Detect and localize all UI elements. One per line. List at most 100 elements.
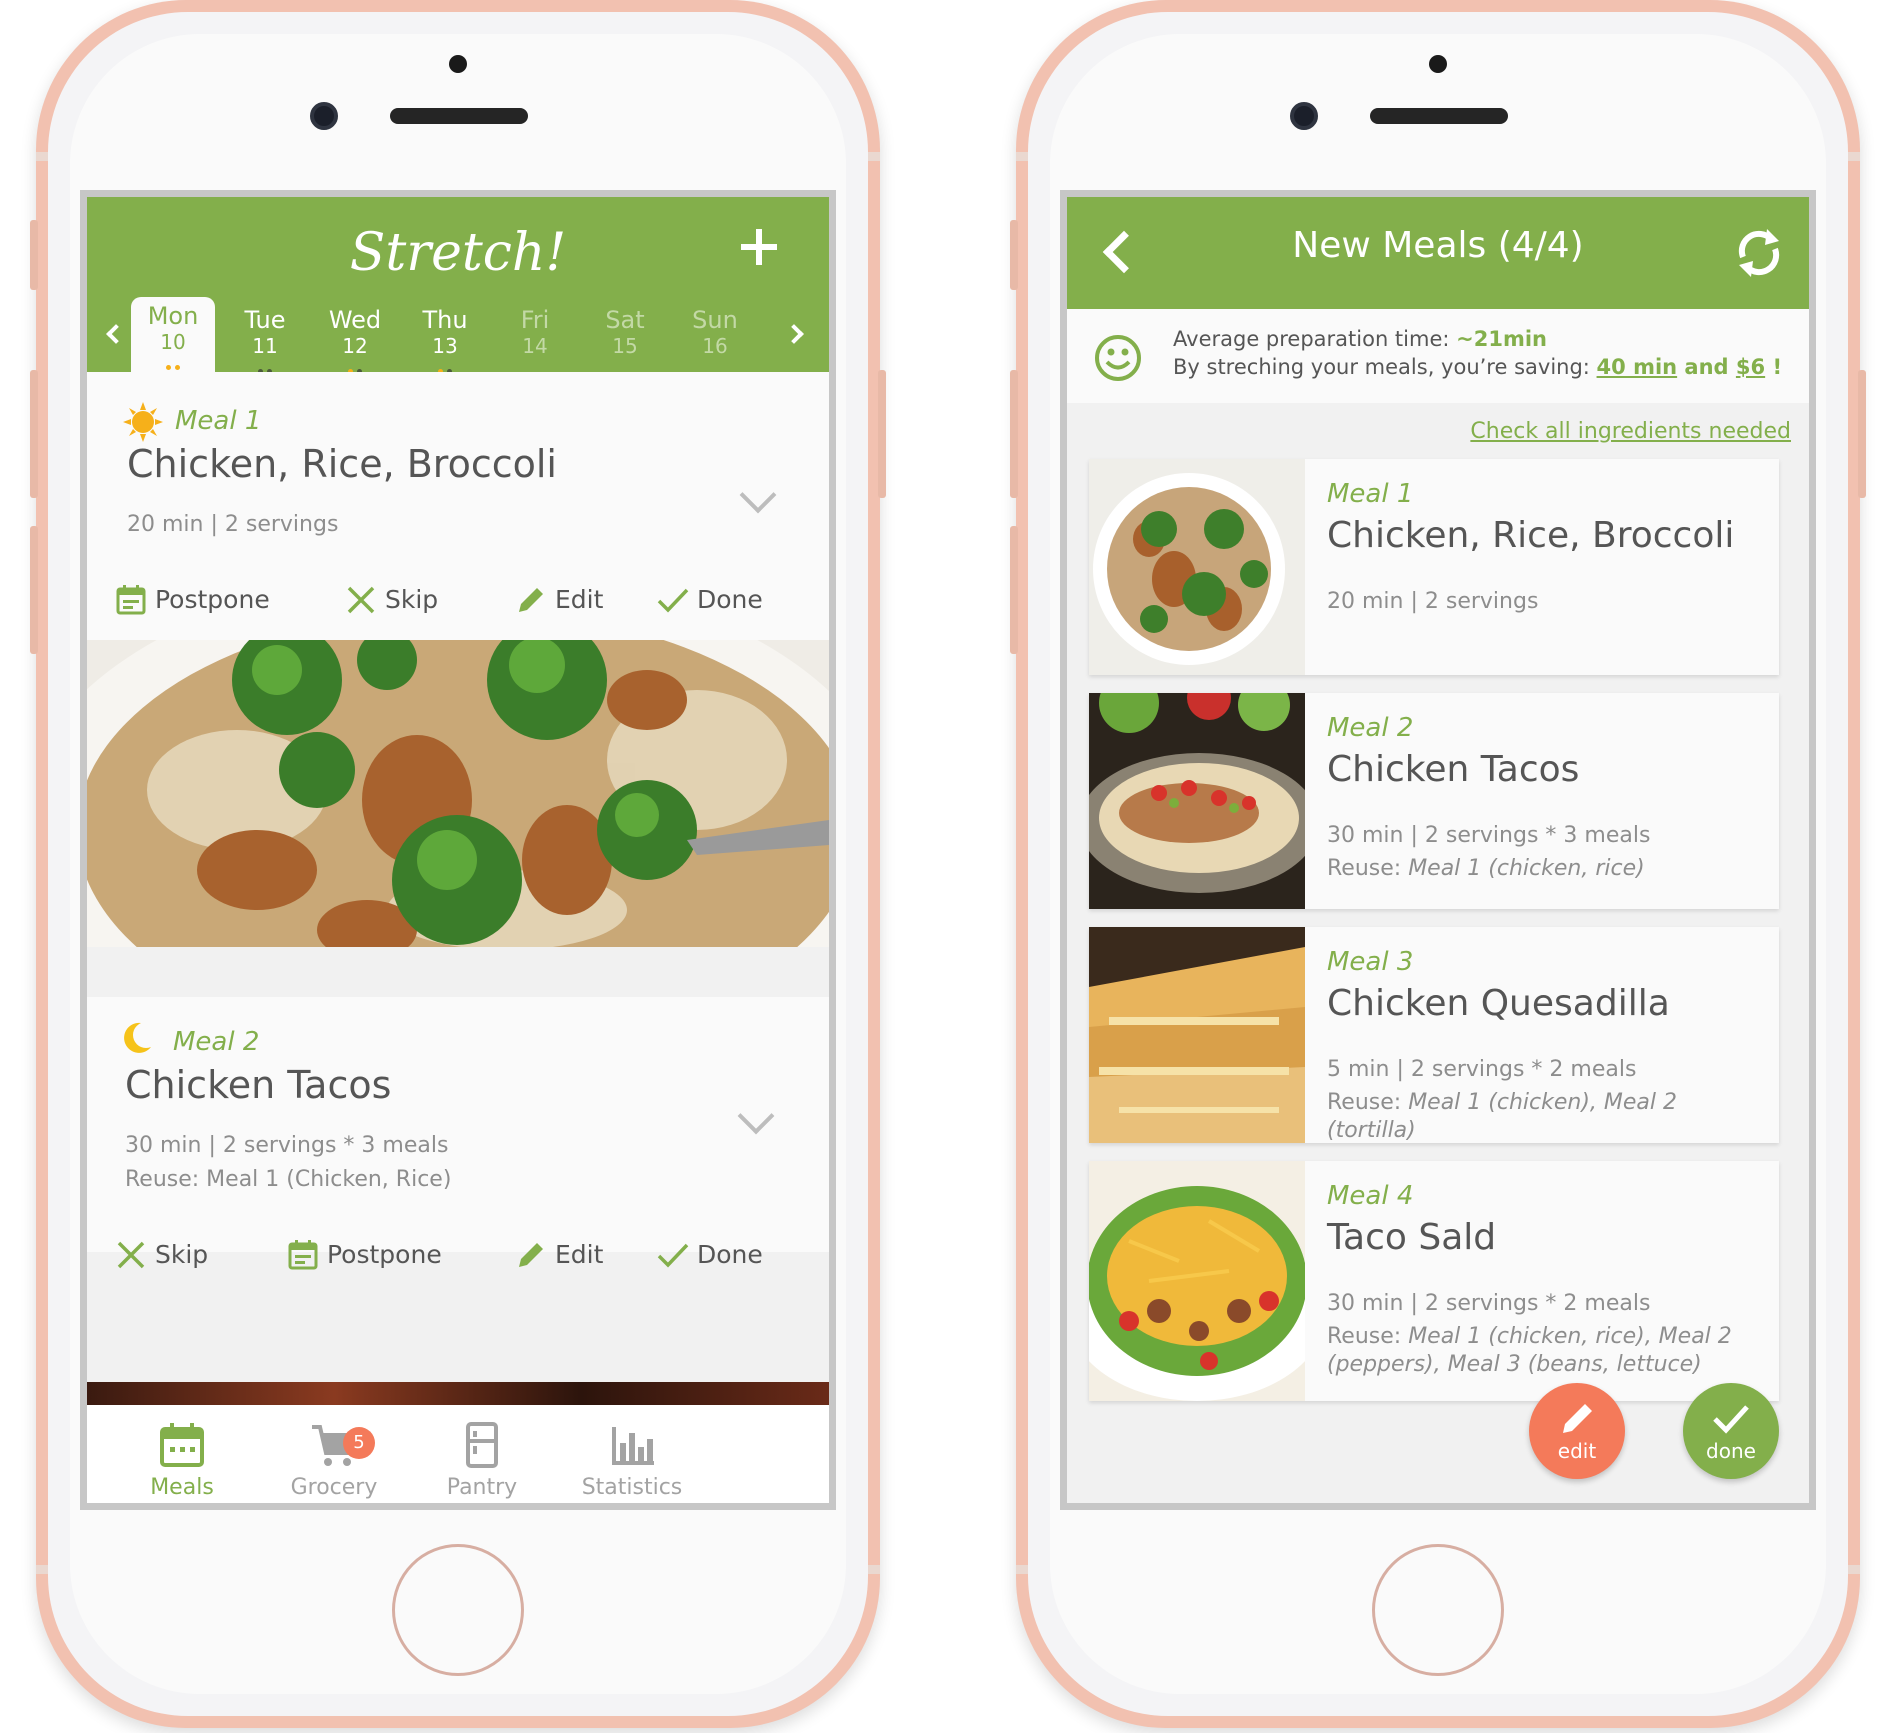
check-icon [657,588,689,613]
postpone-button[interactable]: Postpone [287,1237,442,1271]
meal-thumb [1089,459,1305,675]
meal-name: Chicken, Rice, Broccoli [1327,515,1735,556]
meal-name: Taco Sald [1327,1217,1497,1258]
meal-dots [313,359,397,374]
screen-title: New Meals (4/4) [1292,225,1584,266]
day-tab-tue[interactable]: Tue 11 [223,301,307,374]
meal-tag: Meal 1 [175,406,262,436]
screen-header: New Meals (4/4) [1067,197,1809,309]
meal-card[interactable]: Meal 2 Chicken Tacos 30 min | 2 servings… [1089,693,1779,909]
meal-tag: Meal 2 [1327,713,1414,743]
saving-line: By streching your meals, you’re saving: … [1173,355,1783,379]
meal-card[interactable]: Meal 4 Taco Sald 30 min | 2 servings * 2… [1089,1161,1779,1401]
meal-tag: Meal 2 [173,1027,260,1057]
mute-switch [1010,220,1018,290]
meal-title: Chicken, Rice, Broccoli [127,442,557,486]
meal-meta: 30 min | 2 servings * 3 meals [1327,823,1651,848]
volume-down-button [1010,526,1018,654]
check-icon [657,1243,689,1268]
edit-button[interactable]: Edit [515,1237,603,1271]
meal-card[interactable]: Meal 3 Chicken Quesadilla 5 min | 2 serv… [1089,927,1779,1143]
edit-fab-button[interactable]: edit [1529,1383,1625,1479]
day-tab-thu[interactable]: Thu 13 [403,301,487,374]
home-button[interactable] [392,1544,524,1676]
meal-card[interactable]: Meal 1 Chicken, Rice, Broccoli 20 min | … [1089,459,1779,675]
meal-card[interactable]: Meal 2 Chicken Tacos 30 min | 2 servings… [87,997,829,1270]
next-week-icon[interactable] [784,324,804,344]
chevron-down-icon[interactable] [737,1097,775,1135]
day-tab-sat[interactable]: Sat 15 [583,301,667,371]
meal-reuse: Reuse: Meal 1 (chicken, rice) [1327,856,1645,881]
saving-time-link[interactable]: 40 min [1597,355,1678,379]
moon-icon [124,1022,151,1053]
meal-dots [131,355,215,370]
meal-title: Chicken Tacos [125,1063,392,1107]
pencil-icon [519,588,543,612]
volume-up-button [1010,370,1018,498]
meal-thumb [1089,693,1305,909]
postpone-button[interactable]: Postpone [115,582,270,616]
fridge-icon [466,1422,498,1468]
tab-grocery[interactable]: Grocery 5 [259,1421,409,1500]
done-button[interactable]: Done [657,1237,763,1271]
power-button [1858,370,1866,498]
volume-up-button [30,370,38,498]
prep-time-line: Average preparation time: ~21min [1173,327,1547,351]
day-tab-mon[interactable]: Mon 10 [131,297,215,372]
new-meals-screen: New Meals (4/4) Average preparation time… [1060,190,1816,1510]
tab-pantry[interactable]: Pantry [407,1421,557,1500]
meal-name: Chicken Tacos [1327,749,1580,790]
meal-tag: Meal 3 [1327,947,1414,977]
done-button[interactable]: Done [657,582,763,616]
earpiece [1370,108,1508,124]
day-tab-wed[interactable]: Wed 12 [313,301,397,374]
meal-thumb [1089,927,1305,1143]
smiley-icon [1095,335,1141,381]
meal-meta: 30 min | 2 servings * 3 meals [125,1133,449,1158]
meal-photo-chicken-rice-broccoli [87,640,829,947]
home-button[interactable] [1372,1544,1504,1676]
meal-card[interactable]: Meal 1 Chicken, Rice, Broccoli 20 min | … [87,372,829,640]
day-tab-sun[interactable]: Sun 16 [673,301,757,371]
meal-meta: 5 min | 2 servings * 2 meals [1327,1057,1637,1082]
meal-tag: Meal 4 [1327,1181,1414,1211]
chevron-down-icon[interactable] [739,476,777,514]
plus-icon[interactable] [737,225,781,269]
edit-button[interactable]: Edit [515,582,603,616]
sun-icon [123,402,163,442]
tab-statistics[interactable]: Statistics [557,1421,707,1500]
grocery-count-badge: 5 [343,1427,375,1459]
app-title: Stretch! [349,223,567,283]
saving-money-link[interactable]: $6 [1736,355,1765,379]
mute-switch [30,220,38,290]
close-icon [347,586,375,614]
check-ingredients-link[interactable]: Check all ingredients needed [1470,419,1791,444]
meal-tag: Meal 1 [1327,479,1414,509]
prev-week-icon[interactable] [106,324,126,344]
tab-meals[interactable]: Meals [107,1421,257,1500]
bottom-tab-bar: Meals Grocery 5 Pantry Statistics [87,1405,829,1503]
skip-button[interactable]: Skip [345,582,438,616]
calendar-icon [288,1240,318,1270]
pencil-icon [1563,1404,1592,1433]
meal-reuse: Reuse: Meal 1 (chicken, rice), Meal 2 (p… [1327,1324,1732,1377]
meal-meta: 30 min | 2 servings * 2 meals [1327,1291,1651,1316]
front-camera [310,102,338,130]
refresh-icon[interactable] [1733,227,1785,279]
meal-photo-chicken-tacos [87,1382,829,1405]
proximity-sensor [449,55,467,73]
meal-dots [223,359,307,374]
calendar-icon [116,585,146,615]
volume-down-button [30,526,38,654]
meal-plan-screen: Stretch! Mon 10 Tue 11 Wed 12 Thu 13 Fri… [80,190,836,1510]
close-icon [117,1241,145,1269]
app-header: Stretch! Mon 10 Tue 11 Wed 12 Thu 13 Fri… [87,197,829,374]
check-icon [1713,1405,1749,1434]
done-fab-button[interactable]: done [1683,1383,1779,1479]
phone-left: Stretch! Mon 10 Tue 11 Wed 12 Thu 13 Fri… [30,0,886,1733]
earpiece [390,108,528,124]
skip-button[interactable]: Skip [115,1237,208,1271]
proximity-sensor [1429,55,1447,73]
meal-meta: 20 min | 2 servings [127,512,339,537]
day-tab-fri[interactable]: Fri 14 [493,301,577,371]
